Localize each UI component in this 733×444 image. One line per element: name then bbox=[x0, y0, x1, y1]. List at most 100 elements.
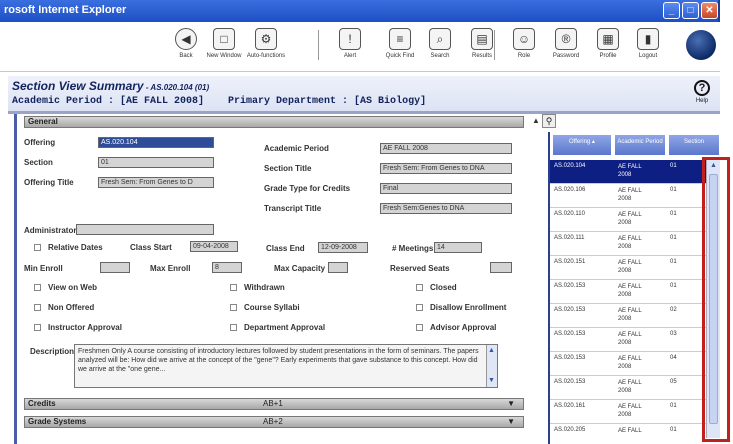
view-on-web-checkbox[interactable] bbox=[34, 284, 41, 291]
toolbar-label: Search bbox=[430, 53, 450, 59]
reserved-seats-field[interactable] bbox=[490, 262, 512, 273]
advisor-approval-label: Advisor Approval bbox=[430, 323, 497, 332]
min-enroll-field[interactable] bbox=[100, 262, 130, 273]
table-row[interactable]: AS.020.161 AE FALL 2008 01 bbox=[550, 400, 720, 424]
page-title-code: - AS.020.104 (01) bbox=[143, 83, 210, 92]
course-syllabi-checkbox[interactable] bbox=[230, 304, 237, 311]
results-icon: ▤ bbox=[471, 28, 493, 50]
new-window-button[interactable]: □ New Window bbox=[204, 28, 244, 59]
profile-button[interactable]: ▦ Profile bbox=[588, 28, 628, 59]
grid-header: Offering ▴ Academic Period Section bbox=[550, 132, 720, 158]
table-row[interactable]: AS.020.153 AE FALL 2008 05 bbox=[550, 376, 720, 400]
table-row[interactable]: AS.020.153 AE FALL 2008 03 bbox=[550, 328, 720, 352]
description-field[interactable]: Freshmen Only A course consisting of int… bbox=[74, 344, 498, 388]
table-row[interactable]: AS.020.106 AE FALL 2008 01 bbox=[550, 184, 720, 208]
table-row[interactable]: AS.020.151 AE FALL 2008 01 bbox=[550, 256, 720, 280]
transcript-title-field[interactable]: Fresh Sem:Genes to DNA bbox=[380, 203, 512, 214]
table-cell-section: 01 bbox=[670, 403, 677, 409]
table-row[interactable]: AS.020.110 AE FALL 2008 01 bbox=[550, 208, 720, 232]
table-row[interactable]: AS.020.153 AE FALL 2008 04 bbox=[550, 352, 720, 376]
table-row[interactable]: AS.020.104 AE FALL 2008 01 bbox=[550, 160, 720, 184]
instructor-approval-checkbox[interactable] bbox=[34, 324, 41, 331]
disallow-enrollment-checkbox[interactable] bbox=[416, 304, 423, 311]
class-start-field[interactable]: 09-04-2008 bbox=[190, 241, 238, 252]
grade-systems-section-bar[interactable]: Grade Systems AB+2 ▼ bbox=[24, 416, 524, 428]
table-row[interactable]: AS.020.111 AE FALL 2008 01 bbox=[550, 232, 720, 256]
academic-period-field[interactable]: AE FALL 2008 bbox=[380, 143, 512, 154]
max-capacity-field[interactable] bbox=[328, 262, 348, 273]
table-cell-section: 01 bbox=[670, 211, 677, 217]
logout-icon: ▮ bbox=[637, 28, 659, 50]
search-icon: ⌕ bbox=[429, 28, 451, 50]
general-section-bar[interactable]: General bbox=[24, 116, 524, 128]
table-cell-period: AE FALL 2008 bbox=[618, 380, 642, 394]
class-end-field[interactable]: 12-09-2008 bbox=[318, 242, 368, 253]
grid-search: ▲ ⚲ bbox=[532, 114, 556, 130]
back-button[interactable]: ◀ Back bbox=[166, 28, 206, 59]
section-title-field[interactable]: Fresh Sem: From Genes to DNA bbox=[380, 163, 512, 174]
help-icon: ? bbox=[694, 80, 710, 96]
close-button[interactable]: ✕ bbox=[701, 2, 718, 19]
scroll-up-icon[interactable]: ▲ bbox=[488, 346, 495, 355]
toolbar-label: Quick Find bbox=[385, 53, 415, 59]
closed-checkbox[interactable] bbox=[416, 284, 423, 291]
offering-title-field[interactable]: Fresh Sem: From Genes to D bbox=[98, 177, 214, 188]
app-toolbar: ◀ Back □ New Window ⚙ Auto-functions ! Alert ≡ Qu… bbox=[0, 22, 720, 72]
scroll-down-icon[interactable]: ▼ bbox=[488, 376, 495, 385]
help-button[interactable]: ? Help bbox=[694, 80, 710, 104]
column-header[interactable]: Academic Period bbox=[614, 134, 666, 156]
withdrawn-checkbox[interactable] bbox=[230, 284, 237, 291]
max-enroll-field[interactable]: 8 bbox=[212, 262, 242, 273]
credits-label: Credits bbox=[28, 399, 56, 408]
table-cell-period: AE FALL 2008 bbox=[618, 236, 642, 250]
table-cell-offering: AS.020.161 bbox=[554, 403, 586, 409]
alert-button[interactable]: ! Alert bbox=[330, 28, 370, 59]
non-offered-checkbox[interactable] bbox=[34, 304, 41, 311]
relative-dates-checkbox[interactable] bbox=[34, 244, 41, 251]
table-row[interactable]: AS.020.205 AE FALL 01 bbox=[550, 424, 720, 444]
advisor-approval-checkbox[interactable] bbox=[416, 324, 423, 331]
department-approval-checkbox[interactable] bbox=[230, 324, 237, 331]
window-title: rosoft Internet Explorer bbox=[4, 4, 127, 16]
closed-label: Closed bbox=[430, 283, 457, 292]
table-cell-section: 03 bbox=[670, 331, 677, 337]
offering-field[interactable]: AS.020.104 bbox=[98, 137, 214, 148]
quick-find-button[interactable]: ≡ Quick Find bbox=[380, 28, 420, 59]
min-enroll-label: Min Enroll bbox=[24, 264, 63, 273]
logout-button[interactable]: ▮ Logout bbox=[628, 28, 668, 59]
page-title: Section View Summary - AS.020.104 (01) bbox=[12, 79, 209, 93]
results-button[interactable]: ▤ Results bbox=[462, 28, 502, 59]
maximize-button[interactable]: □ bbox=[682, 2, 699, 19]
table-cell-period: AE FALL 2008 bbox=[618, 212, 642, 226]
password-button[interactable]: ® Password bbox=[546, 28, 586, 59]
table-cell-section: 01 bbox=[670, 163, 677, 169]
max-capacity-label: Max Capacity bbox=[274, 264, 326, 273]
department-approval-label: Department Approval bbox=[244, 323, 326, 332]
table-cell-offering: AS.020.153 bbox=[554, 307, 586, 313]
chevron-down-icon[interactable]: ▼ bbox=[507, 417, 515, 427]
grade-systems-value: AB+2 bbox=[263, 417, 283, 426]
section-field[interactable]: 01 bbox=[98, 157, 214, 168]
meetings-field[interactable]: 14 bbox=[434, 242, 482, 253]
column-header[interactable]: Section bbox=[668, 134, 720, 156]
table-row[interactable]: AS.020.153 AE FALL 2008 02 bbox=[550, 304, 720, 328]
table-cell-period: AE FALL 2008 bbox=[618, 188, 642, 202]
search-button[interactable]: ⌕ Search bbox=[420, 28, 460, 59]
search-icon[interactable]: ⚲ bbox=[542, 114, 556, 128]
meetings-label: # Meetings bbox=[392, 244, 434, 253]
role-button[interactable]: ☺ Role bbox=[504, 28, 544, 59]
auto-functions-button[interactable]: ⚙ Auto-functions bbox=[246, 28, 286, 59]
description-scrollbar[interactable]: ▲ ▼ bbox=[486, 345, 497, 387]
class-end-label: Class End bbox=[266, 244, 305, 253]
column-header[interactable]: Offering ▴ bbox=[552, 134, 612, 156]
class-start-label: Class Start bbox=[130, 243, 172, 252]
grade-type-field[interactable]: Final bbox=[380, 183, 512, 194]
minimize-button[interactable]: _ bbox=[663, 2, 680, 19]
credits-section-bar[interactable]: Credits AB+1 ▼ bbox=[24, 398, 524, 410]
non-offered-label: Non Offered bbox=[48, 303, 95, 312]
administrator-field[interactable] bbox=[76, 224, 214, 235]
toolbar-label: Password bbox=[552, 53, 580, 59]
collapse-arrow-icon[interactable]: ▲ bbox=[532, 116, 540, 125]
chevron-down-icon[interactable]: ▼ bbox=[507, 399, 515, 409]
table-row[interactable]: AS.020.153 AE FALL 2008 01 bbox=[550, 280, 720, 304]
